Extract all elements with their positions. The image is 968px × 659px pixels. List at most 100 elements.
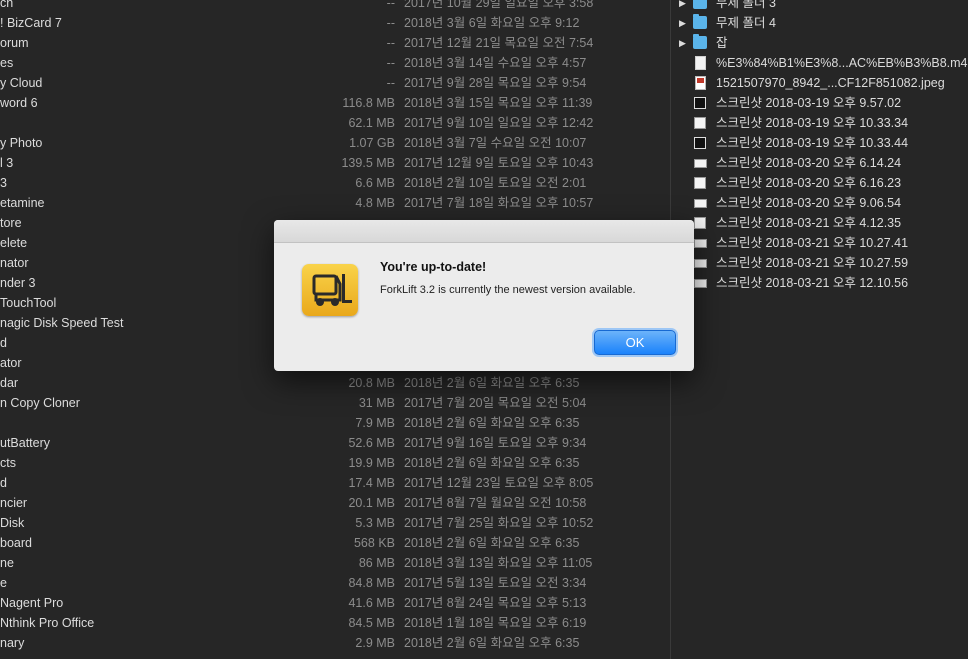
file-row[interactable]: ch -- 2017년 10월 29일 일요일 오후 3:58 xyxy=(0,0,670,13)
file-row[interactable]: 스크린샷 2018-03-19 오후 9.57.02 xyxy=(671,93,968,113)
file-row[interactable]: 스크린샷 2018-03-21 오후 10.27.41 xyxy=(671,233,968,253)
file-name: board xyxy=(0,536,32,550)
file-size: 5.3 MB xyxy=(355,516,395,530)
file-size: 1.07 GB xyxy=(349,136,395,150)
file-row[interactable]: etamine 4.8 MB 2017년 7월 18일 화요일 오후 10:57 xyxy=(0,193,670,213)
disclosure-triangle-icon[interactable]: ▶ xyxy=(679,33,686,53)
file-name: 스크린샷 2018-03-19 오후 9.57.02 xyxy=(716,96,902,110)
file-row[interactable]: 1521507970_8942_...CF12F851082.jpeg xyxy=(671,73,968,93)
file-name: 스크린샷 2018-03-20 오후 6.14.24 xyxy=(716,156,902,170)
file-row[interactable]: 스크린샷 2018-03-19 오후 10.33.34 xyxy=(671,113,968,133)
folder-icon xyxy=(693,0,707,9)
file-size: 568 KB xyxy=(353,536,395,550)
file-row[interactable]: 스크린샷 2018-03-20 오후 6.16.23 xyxy=(671,173,968,193)
screenshot-icon xyxy=(694,177,706,189)
file-row[interactable]: Nthink Pro Office 84.5 MB 2018년 1월 18일 목요일… xyxy=(0,613,670,633)
file-date: 2017년 7월 18일 화요일 오후 10:57 xyxy=(404,196,594,210)
file-name: utBattery xyxy=(0,436,51,450)
file-row[interactable]: utBattery 52.6 MB 2017년 9월 16일 토요일 오후 9:34 xyxy=(0,433,670,453)
file-row[interactable]: ▶ 무제 폴더 4 xyxy=(671,13,968,33)
file-row[interactable]: 스크린샷 2018-03-20 오후 6.14.24 xyxy=(671,153,968,173)
file-list-right-pane[interactable]: ▶ 무제 폴더 3 ▶ 무제 폴더 4 ▶ 잡 %E3%84%B1%E3%8...AC%EB… xyxy=(671,0,968,659)
file-name: ! BizCard 7 xyxy=(0,16,62,30)
file-name: 스크린샷 2018-03-21 오후 12.10.56 xyxy=(716,276,909,290)
file-row[interactable]: 7.9 MB 2018년 2월 6일 화요일 오후 6:35 xyxy=(0,413,670,433)
file-row[interactable]: y Photo 1.07 GB 2018년 3월 7일 수요일 오전 10:07 xyxy=(0,133,670,153)
file-name: Nthink Pro Office xyxy=(0,616,95,630)
file-row[interactable]: 스크린샷 2018-03-21 오후 12.10.56 xyxy=(671,273,968,293)
file-size: 139.5 MB xyxy=(341,156,395,170)
file-row[interactable]: Nagent Pro 41.6 MB 2017년 8월 24일 목요일 오후 5:1… xyxy=(0,593,670,613)
file-size: -- xyxy=(386,16,395,30)
file-name: Nagent Pro xyxy=(0,596,64,610)
file-row[interactable]: ncier 20.1 MB 2017년 8월 7일 월요일 오전 10:58 xyxy=(0,493,670,513)
file-row[interactable]: dar 20.8 MB 2018년 2월 6일 화요일 오후 6:35 xyxy=(0,373,670,393)
file-size: 86 MB xyxy=(358,556,395,570)
file-row[interactable]: n Copy Cloner 31 MB 2017년 7월 20일 목요일 오전 5:… xyxy=(0,393,670,413)
disclosure-triangle-icon[interactable]: ▶ xyxy=(679,0,686,13)
file-row[interactable]: 스크린샷 2018-03-19 오후 10.33.44 xyxy=(671,133,968,153)
screenshot-icon xyxy=(694,279,707,288)
file-name: nator xyxy=(0,256,29,270)
update-dialog: You're up-to-date! ForkLift 3.2 is curre… xyxy=(274,220,694,371)
file-date: 2018년 2월 6일 화요일 오후 6:35 xyxy=(404,636,580,650)
file-row[interactable]: orum -- 2017년 12월 21일 목요일 오전 7:54 xyxy=(0,33,670,53)
file-date: 2017년 9월 10일 일요일 오후 12:42 xyxy=(404,116,594,130)
disclosure-triangle-icon[interactable]: ▶ xyxy=(679,13,686,33)
file-row[interactable]: 스크린샷 2018-03-21 오후 10.27.59 xyxy=(671,253,968,273)
file-row[interactable]: e 84.8 MB 2017년 5월 13일 토요일 오전 3:34 xyxy=(0,573,670,593)
file-row[interactable]: ne 86 MB 2018년 3월 13일 화요일 오후 11:05 xyxy=(0,553,670,573)
file-row[interactable]: es -- 2018년 3월 14일 수요일 오후 4:57 xyxy=(0,53,670,73)
file-size: 84.5 MB xyxy=(348,616,395,630)
screenshot-icon xyxy=(694,97,706,109)
file-row[interactable]: board 568 KB 2018년 2월 6일 화요일 오후 6:35 xyxy=(0,533,670,553)
file-size: -- xyxy=(386,36,395,50)
folder-icon xyxy=(693,34,707,49)
file-row[interactable]: 스크린샷 2018-03-20 오후 9.06.54 xyxy=(671,193,968,213)
file-row[interactable]: word 6 116.8 MB 2018년 3월 15일 목요일 오후 11:39 xyxy=(0,93,670,113)
file-size: 116.8 MB xyxy=(342,96,395,110)
file-row[interactable]: nary 2.9 MB 2018년 2월 6일 화요일 오후 6:35 xyxy=(0,633,670,653)
file-date: 2018년 2월 6일 화요일 오후 6:35 xyxy=(404,376,580,390)
file-name: e xyxy=(0,576,7,590)
file-size: 41.6 MB xyxy=(348,596,395,610)
file-row[interactable]: ▶ 잡 xyxy=(671,33,968,53)
file-size: 7.9 MB xyxy=(355,416,395,430)
file-row[interactable]: d 17.4 MB 2017년 12월 23일 토요일 오후 8:05 xyxy=(0,473,670,493)
file-date: 2018년 3월 13일 화요일 오후 11:05 xyxy=(404,556,593,570)
dialog-title: You're up-to-date! xyxy=(380,260,487,274)
dialog-titlebar[interactable] xyxy=(274,220,694,243)
file-row[interactable]: ▶ 무제 폴더 3 xyxy=(671,0,968,13)
file-row[interactable]: Disk 5.3 MB 2017년 7월 25일 화요일 오후 10:52 xyxy=(0,513,670,533)
file-row[interactable]: ! BizCard 7 -- 2018년 3월 6일 화요일 오후 9:12 xyxy=(0,13,670,33)
file-name: l 3 xyxy=(0,156,14,170)
file-date: 2017년 7월 20일 목요일 오전 5:04 xyxy=(404,396,587,410)
file-name: TouchTool xyxy=(0,296,57,310)
file-row[interactable]: l 3 139.5 MB 2017년 12월 9일 토요일 오후 10:43 xyxy=(0,153,670,173)
ok-button[interactable]: OK xyxy=(594,330,676,355)
file-row[interactable]: %E3%84%B1%E3%8...AC%EB%B3%B8.m4a xyxy=(671,53,968,73)
screenshot-icon xyxy=(694,199,707,208)
file-size: 20.8 MB xyxy=(348,376,395,390)
file-size: -- xyxy=(386,0,395,10)
file-row[interactable]: 3 6.6 MB 2018년 2월 10일 토요일 오전 2:01 xyxy=(0,173,670,193)
file-size: 6.6 MB xyxy=(355,176,395,190)
file-name: %E3%84%B1%E3%8...AC%EB%B3%B8.m4a xyxy=(716,56,968,70)
file-name: elete xyxy=(0,236,28,250)
file-size: 19.9 MB xyxy=(348,456,395,470)
audio-file-icon xyxy=(695,56,706,70)
file-name: 스크린샷 2018-03-21 오후 4.12.35 xyxy=(716,216,902,230)
file-date: 2018년 3월 6일 화요일 오후 9:12 xyxy=(404,16,580,30)
file-name: n Copy Cloner xyxy=(0,396,80,410)
file-row[interactable]: y Cloud -- 2017년 9월 28일 목요일 오후 9:54 xyxy=(0,73,670,93)
file-size: -- xyxy=(386,56,395,70)
file-date: 2018년 2월 6일 화요일 오후 6:35 xyxy=(404,456,580,470)
file-date: 2017년 10월 29일 일요일 오후 3:58 xyxy=(404,0,594,10)
file-size: 52.6 MB xyxy=(348,436,395,450)
file-name: word 6 xyxy=(0,96,38,110)
file-size: 4.8 MB xyxy=(355,196,395,210)
file-row[interactable]: cts 19.9 MB 2018년 2월 6일 화요일 오후 6:35 xyxy=(0,453,670,473)
file-row[interactable]: 스크린샷 2018-03-21 오후 4.12.35 xyxy=(671,213,968,233)
file-row[interactable]: 62.1 MB 2017년 9월 10일 일요일 오후 12:42 xyxy=(0,113,670,133)
file-name: 스크린샷 2018-03-20 오후 9.06.54 xyxy=(716,196,902,210)
